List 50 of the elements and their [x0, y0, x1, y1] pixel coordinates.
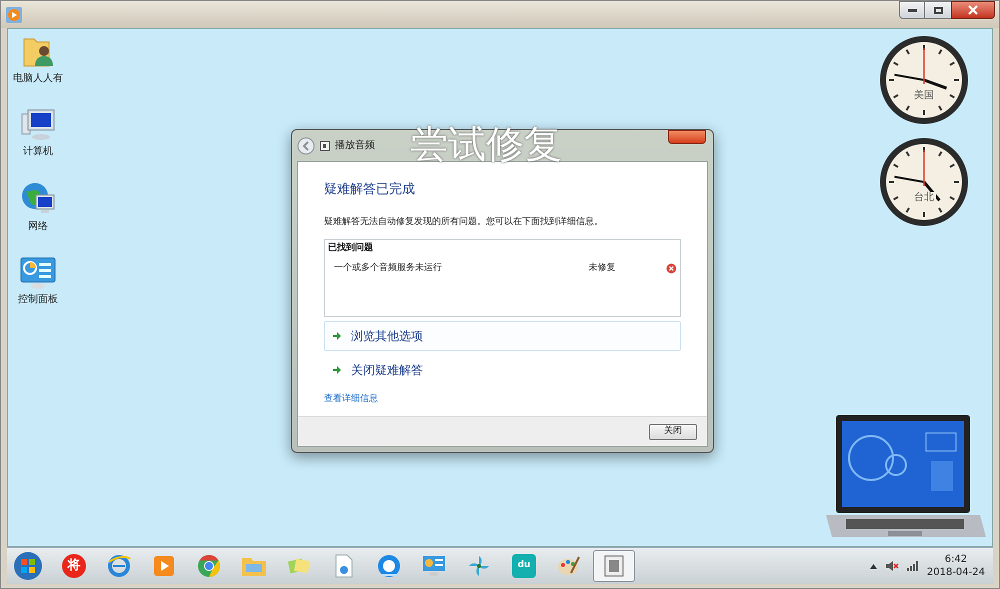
annotation-text: 尝试修复 — [410, 124, 562, 162]
arrow-icon — [332, 365, 342, 375]
document-icon — [334, 554, 354, 578]
desktop-icon-label[interactable]: 网络 — [28, 219, 48, 234]
folder-icon — [241, 555, 267, 577]
problem-status: 未修复 — [588, 262, 617, 274]
minimize-button[interactable] — [899, 1, 925, 19]
circle-logo-icon — [197, 554, 221, 578]
chevron-up-icon[interactable] — [870, 564, 877, 568]
start-button[interactable] — [13, 551, 43, 581]
computer-icon — [20, 108, 56, 142]
taskbar-button[interactable] — [593, 550, 635, 582]
clock-date[interactable]: 2018-04-24 — [926, 566, 985, 579]
headphones-app-icon: du — [512, 554, 536, 578]
clock-time[interactable]: 6:42 — [944, 553, 968, 566]
command-link[interactable]: 浏览其他选项 — [324, 321, 681, 351]
close-dialog-button[interactable]: 关闭 — [649, 424, 697, 440]
maximize-button[interactable] — [925, 1, 951, 19]
play-icon[interactable] — [5, 6, 23, 24]
pinwheel-icon — [467, 554, 491, 578]
maximize-icon — [934, 6, 942, 14]
dialog-message: 疑难解答无法自动修复发现的所有问题。您可以在下面找到详细信息。 — [324, 216, 604, 228]
browser-icon — [107, 554, 131, 578]
back-button[interactable] — [297, 136, 315, 154]
clock-city-label: 美国 — [912, 90, 936, 102]
desktop-icon-label[interactable]: 电脑人人有 — [13, 71, 63, 86]
error-icon — [666, 262, 677, 274]
play-icon — [153, 555, 175, 577]
details-link[interactable]: 查看详细信息 — [324, 393, 378, 406]
palette-icon — [557, 555, 581, 577]
command-link[interactable]: 关闭疑难解答 — [324, 355, 681, 385]
arrow-icon — [332, 331, 342, 341]
app-icon: 将 — [62, 554, 86, 578]
desktop-icon-label[interactable]: 计算机 — [23, 144, 53, 159]
desktop-icon-label[interactable]: 控制面板 — [18, 292, 58, 307]
clock-city-label: 台北 — [912, 192, 936, 204]
close-icon — [968, 5, 978, 15]
control-panel-icon — [422, 555, 446, 577]
dialog-title: 播放音频 — [335, 138, 375, 153]
dialog-heading: 疑难解答已完成 — [324, 181, 416, 199]
browser-icon — [377, 554, 401, 578]
problems-header: 已找到问题 — [328, 242, 374, 255]
window-icon — [604, 555, 624, 577]
problem-name: 一个或多个音频服务未运行 — [334, 262, 443, 274]
signal-icon[interactable] — [906, 561, 919, 571]
speaker-muted-icon[interactable] — [884, 560, 899, 572]
close-button[interactable] — [951, 1, 995, 19]
minimize-icon — [908, 8, 916, 12]
taskbar-button[interactable]: 将 — [53, 550, 95, 582]
control-panel-icon — [20, 256, 56, 290]
